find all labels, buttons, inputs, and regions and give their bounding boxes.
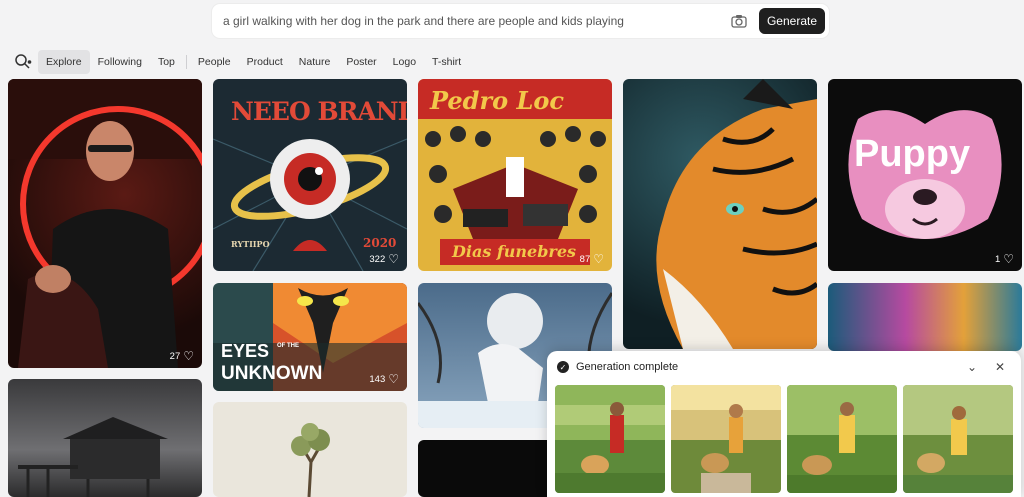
tab-divider [185, 55, 187, 69]
gallery-card-hut[interactable] [8, 379, 202, 497]
tab-top[interactable]: Top [150, 50, 183, 74]
tab-explore[interactable]: Explore [38, 50, 90, 74]
tab-following[interactable]: Following [90, 50, 150, 74]
stilt-hut-image [18, 417, 168, 497]
tab-product[interactable]: Product [239, 50, 291, 74]
gallery-card-neeo-brand[interactable]: NEEO BRAND RYTIIPO 2020 322 ♡ [213, 79, 407, 271]
card-title: NEEO BRAND [231, 97, 407, 126]
like-count: 143 ♡ [369, 372, 399, 386]
card-year: 2020 [363, 236, 397, 250]
prompt-bar: Generate [212, 4, 829, 38]
gallery-card-pedro-loc[interactable]: Pedro Loc Dias funebres 87 ♡ [418, 79, 612, 271]
generated-images [555, 385, 1013, 493]
gallery-card-eyes-unknown[interactable]: EYES OF THE UNKNOWN 143 ♡ [213, 283, 407, 391]
like-count: 322 ♡ [369, 252, 399, 266]
card-tag: RYTIIPO [231, 239, 270, 249]
heart-icon[interactable]: ♡ [1003, 253, 1014, 265]
tab-nature[interactable]: Nature [291, 50, 339, 74]
heart-icon[interactable]: ♡ [388, 373, 399, 385]
gallery-card-man[interactable]: 27 ♡ [8, 79, 202, 368]
tab-people[interactable]: People [190, 50, 239, 74]
heart-icon[interactable]: ♡ [388, 253, 399, 265]
tiger-image [656, 79, 817, 349]
card-title: Puppy [854, 133, 971, 175]
close-icon[interactable]: ✕ [991, 360, 1009, 374]
camera-icon[interactable] [731, 14, 747, 28]
card-subtitle: Dias funebres [452, 242, 577, 261]
tree-image [291, 423, 330, 497]
generated-image[interactable] [671, 385, 781, 493]
gallery-card-tiger[interactable] [623, 79, 817, 349]
gallery-card-puppy[interactable]: Puppy 1 ♡ [828, 79, 1022, 271]
tab-poster[interactable]: Poster [338, 50, 384, 74]
check-circle-icon: ✓ [557, 361, 569, 373]
generate-button[interactable]: Generate [759, 8, 825, 34]
gallery-card-tree[interactable] [213, 402, 407, 497]
generated-image[interactable] [555, 385, 665, 493]
filter-tabs: Explore Following Top People Product Nat… [12, 50, 469, 74]
like-count: 87 ♡ [579, 252, 604, 266]
heart-icon[interactable]: ♡ [593, 253, 604, 265]
like-count: 1 ♡ [994, 252, 1014, 266]
search-icon[interactable] [12, 51, 34, 73]
generation-panel-header: ✓ Generation complete ⌄ ✕ [547, 351, 1021, 383]
like-count: 27 ♡ [169, 349, 194, 363]
card-title-line1: EYES [221, 341, 270, 361]
heart-icon[interactable]: ♡ [183, 350, 194, 362]
card-title-line2: OF THE [277, 343, 299, 349]
generation-status: Generation complete [576, 361, 679, 373]
tab-logo[interactable]: Logo [385, 50, 424, 74]
card-title-line3: UNKNOWN [221, 363, 323, 384]
man-portrait-image [8, 79, 202, 368]
generated-image[interactable] [903, 385, 1013, 493]
generation-panel: ✓ Generation complete ⌄ ✕ [547, 351, 1021, 497]
chevron-down-icon[interactable]: ⌄ [963, 360, 981, 374]
card-title: Pedro Loc [430, 86, 564, 115]
gallery-card-abstract[interactable] [828, 283, 1022, 351]
generated-image[interactable] [787, 385, 897, 493]
prompt-input[interactable] [212, 4, 731, 38]
tab-tshirt[interactable]: T-shirt [424, 50, 469, 74]
